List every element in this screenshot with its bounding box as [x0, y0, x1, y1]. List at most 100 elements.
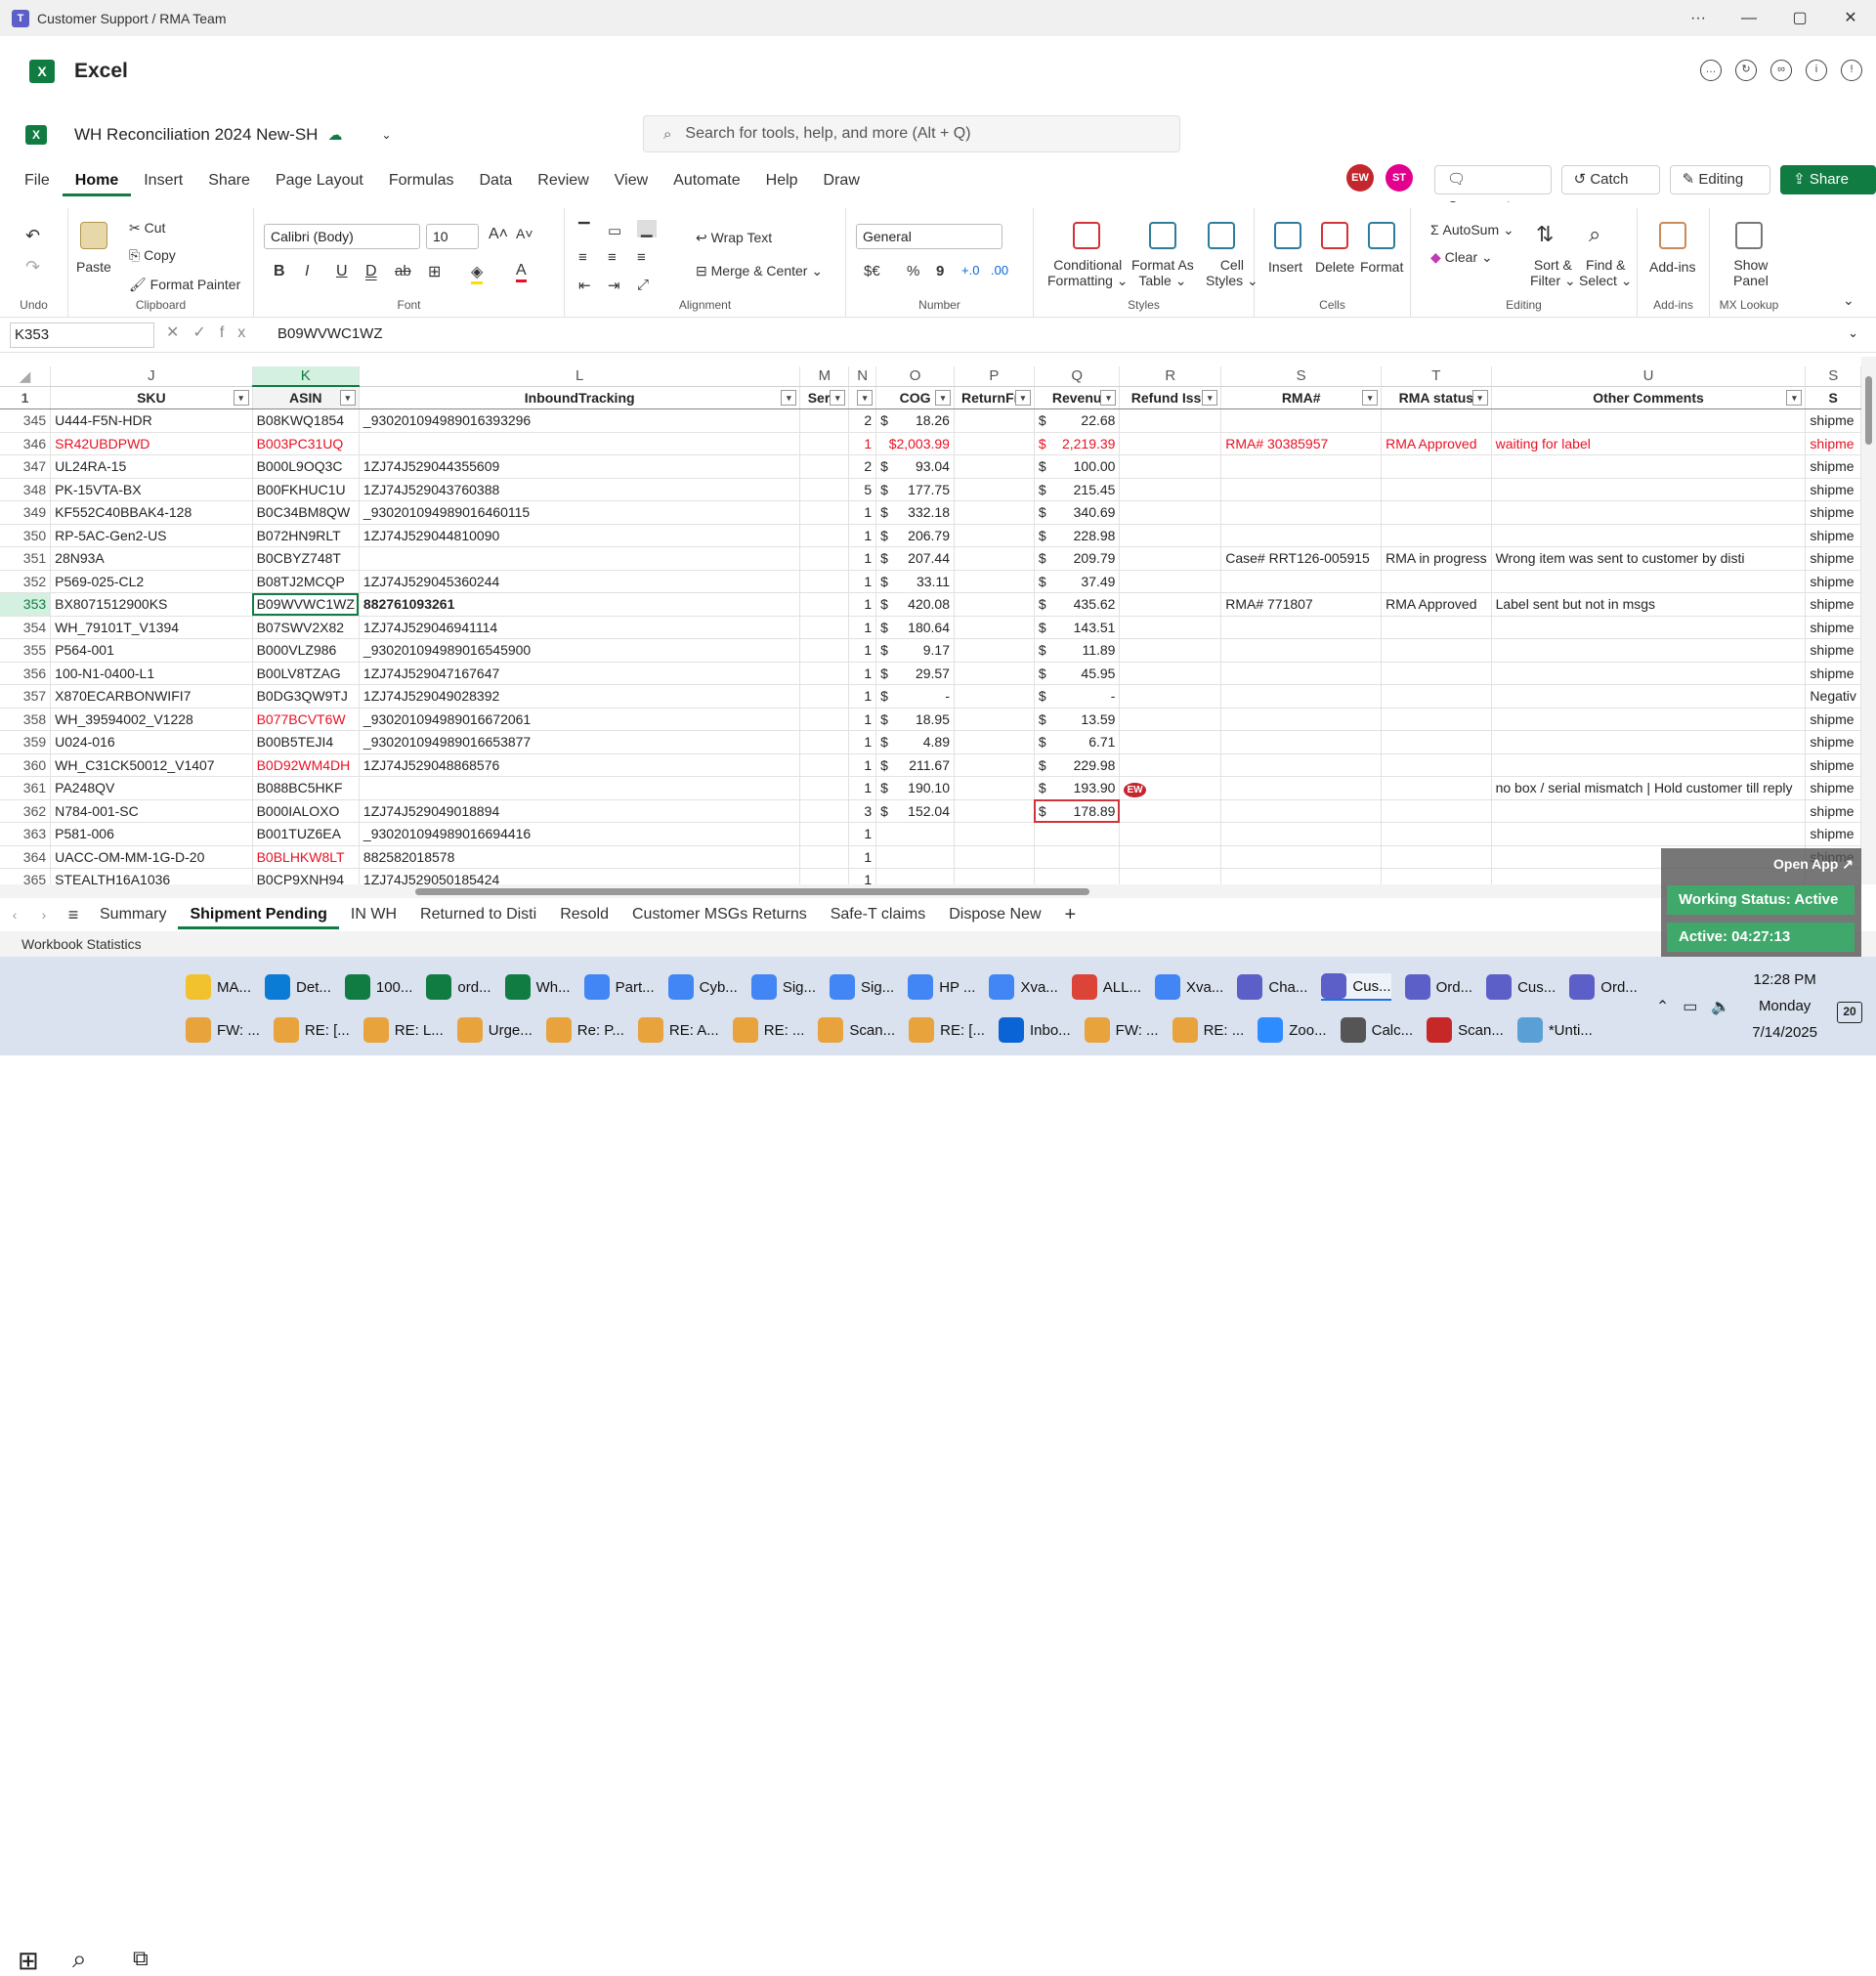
cell-refund[interactable]: [1119, 432, 1222, 455]
cell-refund[interactable]: [1119, 638, 1222, 663]
cell-tracking[interactable]: _930201094989016653877: [359, 730, 801, 754]
cell-revenue[interactable]: $100.00: [1034, 454, 1121, 479]
cell-refund[interactable]: [1119, 616, 1222, 639]
cell-revenue[interactable]: $435.62: [1034, 592, 1121, 617]
name-box[interactable]: K353: [10, 322, 154, 348]
cell-return-fee[interactable]: [954, 730, 1035, 754]
filter-dropdown-icon[interactable]: ▾: [781, 389, 797, 406]
cell-serial[interactable]: [799, 478, 850, 501]
row-number[interactable]: 350: [0, 524, 52, 547]
cell-rma[interactable]: [1220, 730, 1383, 754]
cell-comment[interactable]: [1491, 570, 1807, 593]
cell-asin[interactable]: B0BLHKW8LT: [252, 845, 360, 869]
cell-refund[interactable]: [1119, 662, 1222, 685]
sheet-tab[interactable]: Shipment Pending: [178, 906, 339, 929]
double-underline-button[interactable]: D: [365, 263, 377, 280]
cell-cog[interactable]: $33.11: [875, 570, 955, 593]
taskbar-app[interactable]: Zoo...: [1258, 1017, 1327, 1043]
show-panel-icon[interactable]: [1735, 222, 1763, 249]
taskbar-app[interactable]: Cyb...: [667, 974, 738, 1000]
font-family-select[interactable]: Calibri (Body): [264, 224, 420, 249]
cell-serial[interactable]: [799, 776, 850, 800]
cell-return-fee[interactable]: [954, 638, 1035, 663]
cell-sku[interactable]: PA248QV: [50, 776, 253, 800]
comment-author-badge[interactable]: EW: [1124, 783, 1146, 798]
cell-cog[interactable]: [875, 822, 955, 846]
cell-return-fee[interactable]: [954, 524, 1035, 547]
cell-revenue[interactable]: $340.69: [1034, 500, 1121, 525]
cell-rma-status[interactable]: [1381, 500, 1492, 525]
task-view-icon[interactable]: ⧉: [133, 1946, 149, 1971]
cell-refund[interactable]: [1119, 845, 1222, 869]
cell-serial[interactable]: [799, 799, 850, 823]
taskbar-app[interactable]: 100...: [344, 974, 412, 1000]
cell-cog[interactable]: $206.79: [875, 524, 955, 547]
paste-icon[interactable]: [80, 222, 107, 249]
row-number[interactable]: 352: [0, 570, 52, 593]
workbook-statistics[interactable]: Workbook Statistics: [21, 936, 142, 952]
find-select-button[interactable]: Find & Select ⌄: [1579, 257, 1633, 289]
cell-sku[interactable]: STEALTH16A1036: [50, 868, 253, 884]
cell-return-fee[interactable]: [954, 845, 1035, 869]
bold-button[interactable]: B: [274, 263, 285, 280]
taskbar-app[interactable]: Scan...: [1427, 1017, 1504, 1043]
cell-tracking[interactable]: [359, 546, 801, 571]
cell-tracking[interactable]: [359, 432, 801, 455]
share-button[interactable]: ⇪ Share ⌄: [1780, 165, 1876, 215]
addins-button[interactable]: Add-ins: [1649, 259, 1695, 275]
cell-revenue[interactable]: $143.51: [1034, 616, 1121, 639]
align-middle-icon[interactable]: ▭: [608, 222, 621, 239]
cell-rma-status[interactable]: RMA Approved: [1381, 592, 1492, 617]
cell-revenue[interactable]: $ -: [1034, 684, 1121, 709]
taskbar-app[interactable]: ord...: [426, 974, 491, 1000]
cell-s[interactable]: shipme: [1805, 454, 1861, 479]
cell-comment[interactable]: [1491, 524, 1807, 547]
cell-rma[interactable]: [1220, 684, 1383, 709]
row-number[interactable]: 365: [0, 868, 52, 884]
tab-file[interactable]: File: [12, 172, 63, 190]
select-all-corner[interactable]: ◢: [0, 366, 52, 387]
taskbar-app[interactable]: ALL...: [1071, 974, 1141, 1000]
cell-rma[interactable]: [1220, 845, 1383, 869]
cell-rma-status[interactable]: [1381, 730, 1492, 754]
number-format-select[interactable]: General: [856, 224, 1002, 249]
row-number[interactable]: 359: [0, 730, 52, 754]
cell-asin[interactable]: B0C34BM8QW: [252, 500, 360, 525]
cell-refund[interactable]: EW: [1119, 776, 1222, 800]
cell-rma[interactable]: [1220, 616, 1383, 639]
cell-sku[interactable]: UACC-OM-MM-1G-D-20: [50, 845, 253, 869]
cell-qty[interactable]: 1: [848, 662, 877, 685]
volume-icon[interactable]: 🔈: [1711, 997, 1730, 1016]
info-icon[interactable]: i: [1806, 60, 1827, 81]
row-number[interactable]: 351: [0, 546, 52, 571]
filter-dropdown-icon[interactable]: ▾: [857, 389, 874, 406]
prev-sheet-icon[interactable]: ‹: [0, 907, 29, 923]
cell-qty[interactable]: 1: [848, 776, 877, 800]
clock[interactable]: 12:28 PM Monday 7/14/2025: [1752, 967, 1817, 1046]
formula-input[interactable]: B09WVWC1WZ: [277, 325, 383, 342]
cell-return-fee[interactable]: [954, 478, 1035, 501]
cell-sku[interactable]: RP-5AC-Gen2-US: [50, 524, 253, 547]
cell-tracking[interactable]: 1ZJ74J529045360244: [359, 570, 801, 593]
taskbar-app[interactable]: RE: ...: [1172, 1017, 1244, 1043]
cell-rma-status[interactable]: [1381, 776, 1492, 800]
cell-serial[interactable]: [799, 524, 850, 547]
cell-tracking[interactable]: 1ZJ74J529049018894: [359, 799, 801, 823]
cell-sku[interactable]: X870ECARBONWIFI7: [50, 684, 253, 709]
cell-s[interactable]: shipme: [1805, 753, 1861, 777]
sort-filter-icon[interactable]: ⇅: [1536, 222, 1554, 247]
decrease-font-icon[interactable]: A˅: [516, 226, 533, 241]
cell-rma-status[interactable]: [1381, 454, 1492, 479]
cell-s[interactable]: shipme: [1805, 662, 1861, 685]
sheet-tab[interactable]: Dispose New: [937, 906, 1052, 924]
cell-rma-status[interactable]: [1381, 662, 1492, 685]
cell-rma[interactable]: [1220, 638, 1383, 663]
all-sheets-icon[interactable]: ≡: [59, 905, 88, 925]
sheet-tab[interactable]: Returned to Disti: [408, 906, 548, 924]
cell-rma-status[interactable]: [1381, 408, 1492, 433]
column-header[interactable]: R: [1119, 366, 1222, 387]
formula-controls[interactable]: ✕✓fx: [166, 322, 259, 342]
copy-button[interactable]: ⎘ Copy: [129, 247, 176, 264]
cell-rma-status[interactable]: [1381, 478, 1492, 501]
filter-dropdown-icon[interactable]: ▾: [1014, 389, 1031, 406]
